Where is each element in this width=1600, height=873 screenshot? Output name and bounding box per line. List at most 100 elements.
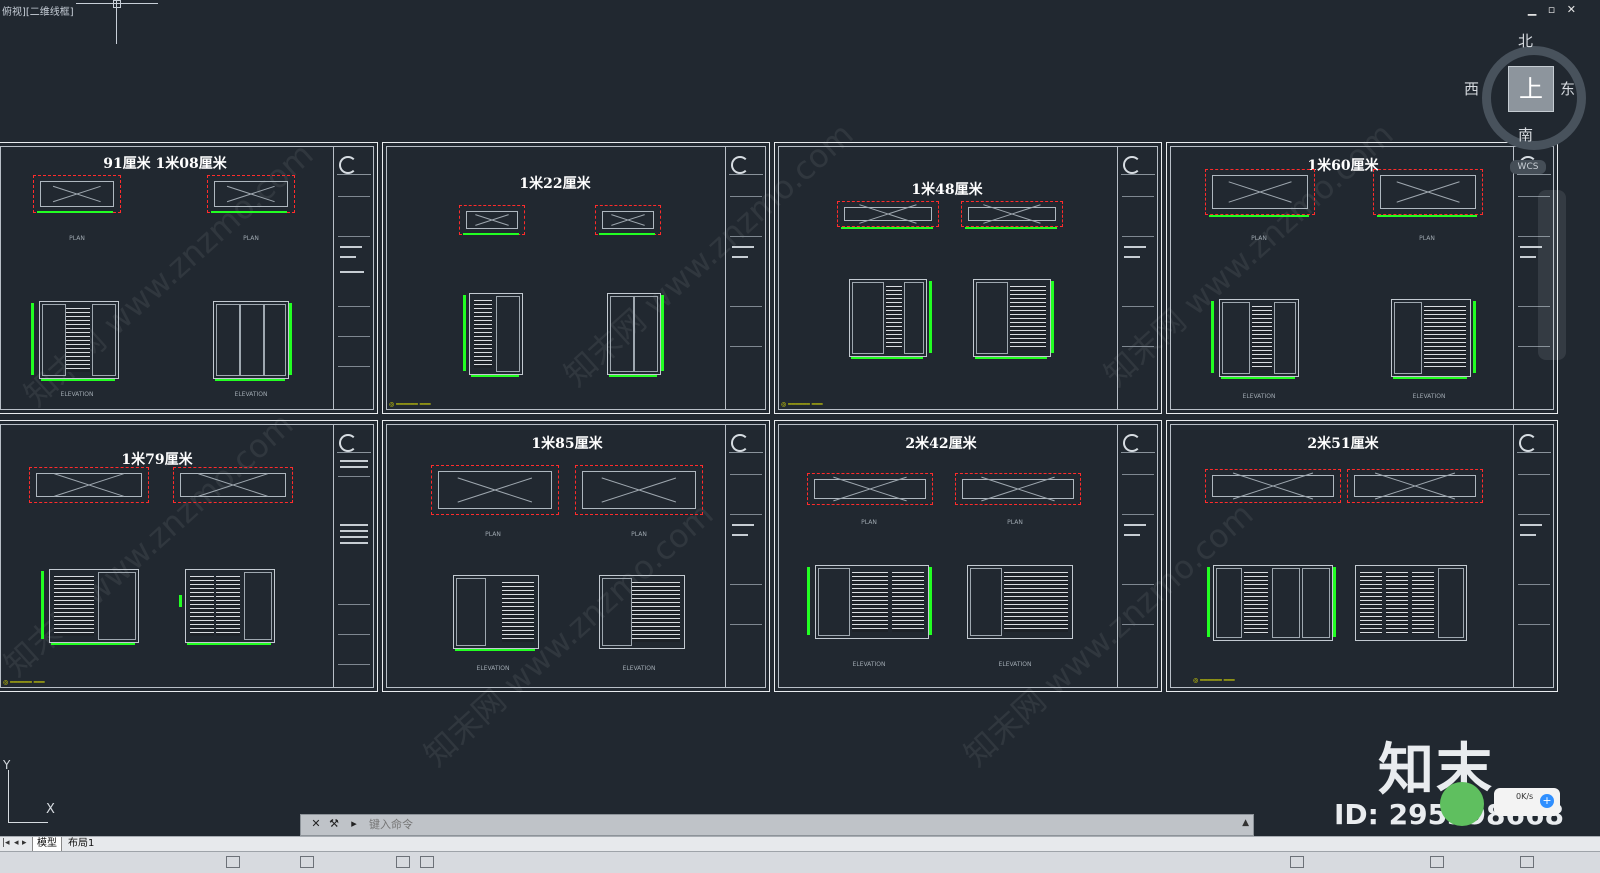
sheet-title: 1米85厘米 [531, 436, 603, 452]
compass-north[interactable]: 北 [1518, 30, 1533, 51]
dimension-line [841, 227, 933, 229]
plan-view[interactable] [575, 465, 703, 515]
wcs-menu-button[interactable]: WCS [1510, 160, 1546, 174]
dimension-line [975, 357, 1047, 359]
elevation-view[interactable] [815, 565, 929, 639]
command-history-arrow-icon[interactable]: ▲ [1242, 818, 1249, 828]
first-tab-arrow-icon[interactable]: |◂ [2, 838, 10, 848]
plan-view[interactable] [431, 465, 559, 515]
command-input[interactable] [367, 816, 1171, 834]
plan-view[interactable] [459, 205, 525, 235]
compass-east[interactable]: 东 [1560, 78, 1575, 99]
viewcube[interactable]: 上 北 南 东 西 [1464, 32, 1586, 150]
drawing-sheet[interactable]: 1米22厘米 ◎ ━━━━━━ ━━━ [382, 142, 770, 414]
dimension-line [463, 295, 466, 371]
elevation-view[interactable] [1213, 565, 1333, 641]
compass-west[interactable]: 西 [1464, 78, 1479, 99]
plan-view[interactable] [837, 201, 939, 227]
elevation-caption: ELEVATION [622, 665, 656, 672]
plan-caption: PLAN [1251, 235, 1267, 242]
elevation-view[interactable] [1391, 299, 1471, 377]
elevation-caption: ELEVATION [998, 661, 1032, 668]
drawing-sheet[interactable]: 1米85厘米 PLAN PLAN ELEVATION ELEVATION [382, 420, 770, 692]
elevation-view[interactable] [453, 575, 539, 649]
status-toggle-icon[interactable] [1520, 856, 1534, 868]
plan-view[interactable] [961, 201, 1063, 227]
close-icon[interactable]: ✕ [309, 817, 323, 831]
dimension-line [1377, 215, 1477, 217]
next-tab-arrow-icon[interactable]: ▸ [22, 838, 27, 848]
navigation-bar[interactable] [1538, 190, 1566, 360]
elevation-view[interactable] [967, 565, 1073, 639]
dimension-line [41, 571, 44, 639]
wrench-icon[interactable]: ⚒ [327, 817, 341, 831]
status-toggle-icon[interactable] [226, 856, 240, 868]
elevation-view[interactable] [213, 301, 289, 379]
elevation-view[interactable] [185, 569, 275, 643]
tab-model[interactable]: 模型 [32, 837, 62, 852]
viewport-label[interactable]: 俯视][二维线框] [2, 3, 74, 18]
title-block [1117, 424, 1158, 688]
status-toggle-icon[interactable] [1290, 856, 1304, 868]
sheet-title: 2米42厘米 [905, 436, 977, 452]
ucs-y-axis [8, 770, 9, 822]
drawing-sheet[interactable]: 2米51厘米 ◎ ━━━━━━ ━━━ [1166, 420, 1558, 692]
sheet-border [386, 424, 766, 688]
plan-view[interactable] [955, 473, 1081, 505]
plan-view[interactable] [173, 467, 293, 503]
status-toggle-icon[interactable] [420, 856, 434, 868]
plan-caption: PLAN [631, 531, 647, 538]
dimension-line [599, 233, 655, 235]
elevation-view[interactable] [49, 569, 139, 643]
dimension-line [179, 595, 182, 607]
elevation-view[interactable] [849, 279, 927, 357]
title-block [333, 146, 374, 410]
drawing-sheet[interactable]: 1米79厘米 ◎ ━━━━━━ ━━━ [0, 420, 378, 692]
drawing-sheet[interactable]: 1米60厘米 PLAN PLAN ELEVATION ELEVATION [1166, 142, 1558, 414]
drawing-sheet[interactable]: 2米42厘米 PLAN PLAN ELEVATION ELEVATION [774, 420, 1162, 692]
plan-view[interactable] [33, 175, 121, 213]
plan-view[interactable] [1373, 169, 1483, 215]
drawing-sheet[interactable]: 1米48厘米 ◎ ━━━━━━ ━━━ [774, 142, 1162, 414]
plan-view[interactable] [595, 205, 661, 235]
elevation-view[interactable] [1219, 299, 1299, 377]
dimension-line [215, 379, 285, 381]
plan-caption: PLAN [1007, 519, 1023, 526]
drawing-sheet[interactable]: 91厘米 1米08厘米 PLAN PLAN ELEVATION ELEVATIO… [0, 142, 378, 414]
dimension-line [1211, 301, 1214, 373]
sheet-title: 1米48厘米 [911, 182, 983, 198]
status-bar [0, 851, 1600, 873]
plan-view[interactable] [807, 473, 933, 505]
command-line[interactable]: ✕ ⚒ ▸ ▲ [300, 814, 1254, 836]
viewcube-top-face[interactable]: 上 [1508, 66, 1554, 112]
elevation-view[interactable] [39, 301, 119, 379]
plus-icon[interactable]: + [1540, 794, 1554, 808]
plan-view[interactable] [1347, 469, 1483, 503]
crosshair-pickbox [113, 0, 121, 8]
status-toggle-icon[interactable] [300, 856, 314, 868]
plan-view[interactable] [1205, 169, 1315, 215]
status-toggle-icon[interactable] [1430, 856, 1444, 868]
prev-tab-arrow-icon[interactable]: ◂ [14, 838, 19, 848]
elevation-view[interactable] [1355, 565, 1467, 641]
plan-view[interactable] [29, 467, 149, 503]
elevation-view[interactable] [973, 279, 1051, 357]
window-controls[interactable]: ▁ ▫ ✕ [1528, 3, 1580, 16]
network-speed-widget[interactable]: 0K/s + [1494, 788, 1560, 816]
command-prompt-icon[interactable]: ▸ [347, 817, 361, 831]
ucs-x-label: X [46, 802, 55, 817]
dimension-line [471, 375, 519, 377]
assistant-badge-icon[interactable] [1440, 782, 1484, 826]
elevation-view[interactable] [469, 293, 523, 375]
status-toggle-icon[interactable] [396, 856, 410, 868]
scale-note: ◎ ━━━━━━ ━━━ [781, 401, 823, 408]
tab-layout1[interactable]: 布局1 [64, 837, 98, 851]
elevation-view[interactable] [599, 575, 685, 649]
compass-south[interactable]: 南 [1518, 124, 1533, 145]
elevation-caption: ELEVATION [1242, 393, 1276, 400]
plan-view[interactable] [207, 175, 295, 213]
elevation-view[interactable] [607, 293, 661, 375]
title-block [725, 424, 766, 688]
plan-view[interactable] [1205, 469, 1341, 503]
sheet-title: 91厘米 1米08厘米 [103, 156, 227, 172]
